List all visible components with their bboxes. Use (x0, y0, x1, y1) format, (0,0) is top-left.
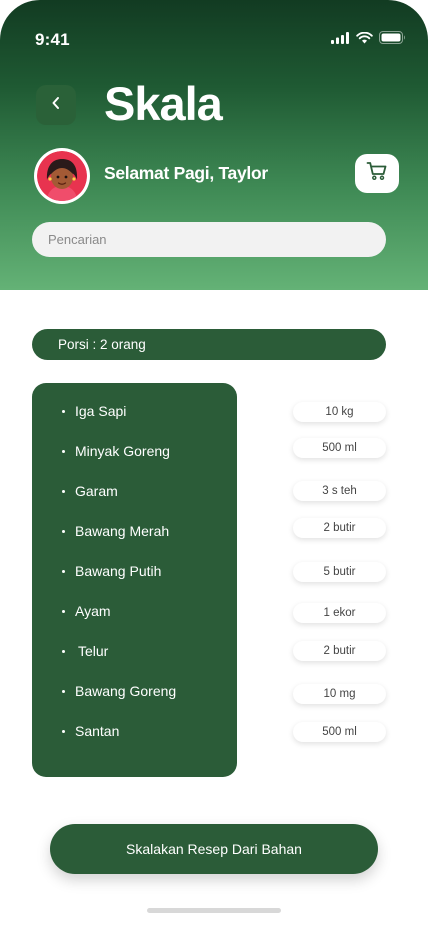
chevron-left-icon (50, 96, 62, 115)
status-time: 9:41 (35, 30, 70, 49)
ingredient-name: Bawang Merah (75, 523, 170, 539)
quantity-field[interactable]: 1 ekor (293, 603, 386, 623)
status-icons (331, 31, 406, 49)
avatar[interactable] (34, 148, 90, 204)
battery-icon (379, 31, 406, 49)
ingredients-panel: Iga Sapi Minyak Goreng Garam Bawang Mera… (32, 383, 237, 777)
quantity-field[interactable]: 3 s teh (293, 481, 386, 501)
scale-recipe-button[interactable]: Skalakan Resep Dari Bahan (50, 824, 378, 874)
quantity-field[interactable]: 5 butir (293, 562, 386, 582)
bullet (62, 409, 65, 413)
wifi-icon (356, 31, 373, 49)
quantity-field[interactable]: 2 butir (293, 518, 386, 538)
ingredient-item: Santan (62, 723, 119, 739)
cart-icon (366, 161, 388, 186)
ingredient-name: Iga Sapi (75, 403, 127, 419)
bullet (62, 649, 65, 653)
ingredient-name: Santan (75, 723, 120, 739)
ingredient-item: Telur (62, 643, 108, 659)
quantity-field[interactable]: 10 kg (293, 402, 386, 422)
ingredient-name: Garam (75, 483, 118, 499)
back-button[interactable] (36, 85, 76, 125)
ingredient-name: Bawang Putih (75, 563, 162, 579)
ingredient-item: Ayam (62, 603, 111, 619)
ingredient-item: Bawang Putih (62, 563, 161, 579)
portion-selector[interactable]: Porsi : 2 orang (32, 329, 386, 360)
ingredient-item: Minyak Goreng (62, 443, 170, 459)
search-input[interactable] (32, 222, 386, 257)
app-screen: 9:41 Skala Selamat Pagi, Taylor Pencaria… (0, 0, 428, 926)
greeting-text: Selamat Pagi, Taylor (104, 163, 268, 183)
header: 9:41 Skala Selamat Pagi, Taylor Pencaria… (0, 0, 428, 290)
ingredient-item: Bawang Goreng (62, 683, 176, 699)
bullet (62, 489, 65, 493)
bullet (62, 449, 65, 453)
home-indicator (147, 908, 281, 913)
bullet (62, 609, 65, 613)
ingredient-item: Iga Sapi (62, 403, 126, 419)
ingredient-item: Garam (62, 483, 118, 499)
ingredient-name: Bawang Goreng (75, 683, 177, 699)
avatar-illustration (37, 151, 87, 201)
quantity-field[interactable]: 500 ml (293, 722, 386, 742)
status-bar: 9:41 (0, 0, 428, 60)
quantity-field[interactable]: 500 ml (293, 438, 386, 458)
bullet (62, 689, 65, 693)
quantity-field[interactable]: 10 mg (293, 684, 386, 704)
bullet (62, 569, 65, 573)
cart-button[interactable] (355, 154, 399, 193)
bullet (62, 529, 65, 533)
ingredient-name: Telur (78, 643, 109, 659)
signal-icon (331, 31, 350, 49)
ingredient-item: Bawang Merah (62, 523, 169, 539)
quantity-field[interactable]: 2 butir (293, 641, 386, 661)
bullet (62, 729, 65, 733)
ingredient-name: Minyak Goreng (75, 443, 170, 459)
page-title: Skala (104, 77, 223, 130)
ingredient-name: Ayam (75, 603, 111, 619)
